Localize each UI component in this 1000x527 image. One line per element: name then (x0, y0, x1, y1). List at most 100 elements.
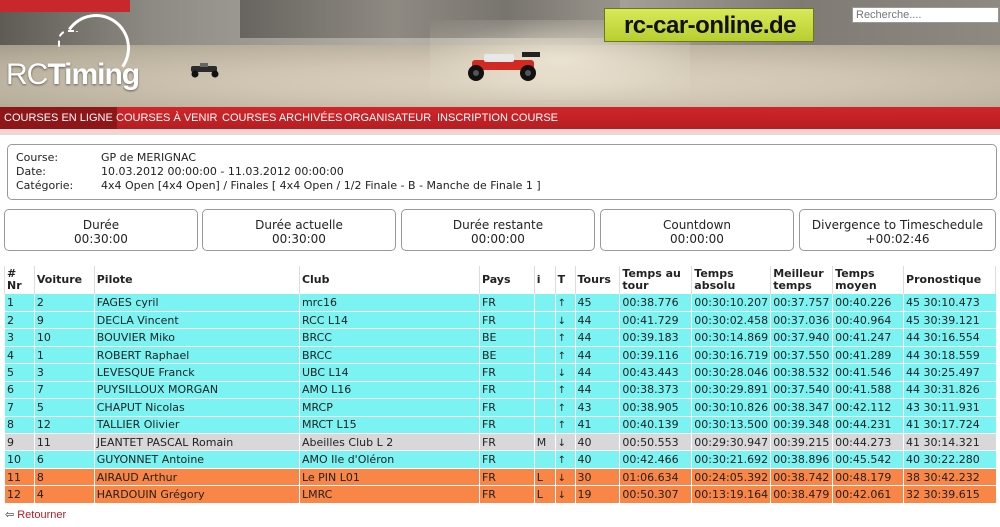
cell-driver: GUYONNET Antoine (93, 450, 300, 469)
cell-lap-time: 00:43.443 (619, 363, 692, 382)
cell-info (533, 398, 556, 417)
nav-courses-en-ligne[interactable]: COURSES EN LIGNE (0, 107, 117, 129)
table-row[interactable]: 5 3 LEVESQUE Franck UBC L14 FR ↓ 44 00:43.443 00… (4, 363, 996, 382)
table-row[interactable]: 4 1 ROBERT Raphael BRCC BE ↑ 44 00:39.116 00:30:… (4, 346, 996, 365)
logo-rc: RC (6, 58, 48, 91)
cell-laps: 44 (574, 363, 620, 382)
sponsor-banner[interactable]: rc-car-online.de (604, 8, 814, 42)
rctiming-logo[interactable]: RCTiming (6, 58, 140, 92)
cell-laps: 40 (574, 433, 620, 452)
cell-avg-time: 00:42.112 (832, 398, 904, 417)
cell-trend: ↑ (554, 294, 576, 312)
table-row[interactable]: 10 6 GUYONNET Antoine AMO Ile d'Oléron FR ↑ 40… (4, 450, 996, 469)
stat-label: Durée actuelle (255, 218, 343, 232)
col-header-temps-absolu[interactable]: Temps absolu (691, 266, 772, 294)
main-nav: COURSES EN LIGNE COURSES À VENIR COURSES… (0, 107, 1000, 129)
cell-trend: ↓ (554, 468, 576, 487)
table-row[interactable]: 11 8 AIRAUD Arthur Le PIN L01 FR L ↓ 30 01:06.63… (4, 468, 996, 487)
cell-best-time: 00:38.479 (770, 485, 833, 504)
cell-trend: ↑ (554, 381, 576, 400)
col-header-pilote[interactable]: Pilote (93, 266, 300, 294)
cell-club: MRCP (298, 398, 480, 417)
cell-car-number: 2 (33, 294, 95, 312)
cell-prognosis: 41 30:14.321 (903, 433, 996, 452)
cell-club: AMO Ile d'Oléron (298, 450, 480, 469)
cell-car-number: 8 (33, 468, 95, 487)
cell-position: 3 (4, 328, 35, 347)
cell-position: 2 (4, 311, 35, 330)
col-header-pays[interactable]: Pays (478, 266, 535, 294)
col-header-tours[interactable]: Tours (574, 266, 621, 294)
col-header-prono[interactable]: Pronostique (903, 266, 996, 294)
cell-laps: 40 (574, 450, 620, 469)
cell-laps: 44 (574, 346, 620, 365)
nav-inscription-course[interactable]: INSCRIPTION COURSE (433, 107, 562, 129)
stat-label: Countdown (662, 218, 731, 232)
cell-position: 9 (4, 433, 35, 452)
cell-avg-time: 00:48.179 (832, 468, 904, 487)
stat-label: Durée (82, 218, 120, 232)
cell-country: FR (478, 294, 535, 312)
cell-lap-time: 00:39.183 (619, 328, 692, 347)
cell-total-time: 00:30:16.719 (691, 346, 771, 365)
cell-country: FR (478, 311, 535, 330)
nav-organisateur[interactable]: ORGANISATEUR (340, 107, 435, 129)
table-row[interactable]: 3 10 BOUVIER Miko BRCC BE ↑ 44 00:39.183 00:30:1… (4, 328, 996, 347)
table-row[interactable]: 1 2 FAGES cyril mrc16 FR ↑ 45 00:38.776 00:30:10… (4, 294, 996, 312)
cell-lap-time: 00:38.905 (619, 398, 692, 417)
col-header-t[interactable]: T (554, 266, 576, 294)
table-header-row: # Nr Voiture Pilote Club Pays i T Tours … (4, 266, 996, 294)
col-header-i[interactable]: i (533, 266, 556, 294)
cell-car-number: 12 (33, 416, 95, 435)
cell-trend: ↑ (554, 450, 576, 469)
table-row[interactable]: 7 5 CHAPUT Nicolas MRCP FR ↑ 43 00:38.905 00:30:… (4, 398, 996, 417)
cell-club: BRCC (298, 346, 480, 365)
cell-country: FR (478, 433, 535, 452)
col-header-pos[interactable]: # Nr (4, 266, 35, 294)
table-row[interactable]: 12 4 HARDOUIN Grégory LMRC FR L ↓ 19 00:50.307 00… (4, 485, 996, 504)
cell-prognosis: 40 30:22.280 (903, 450, 996, 469)
col-header-temps-tour[interactable]: Temps au tour (619, 266, 693, 294)
table-row[interactable]: 2 9 DECLA Vincent RCC L14 FR ↓ 44 00:41.729 00:3… (4, 311, 996, 330)
cell-driver: JEANTET PASCAL Romain (93, 433, 300, 452)
cell-country: FR (478, 381, 535, 400)
cell-driver: PUYSILLOUX MORGAN (93, 381, 300, 400)
cell-avg-time: 00:41.289 (832, 346, 904, 365)
cell-best-time: 00:37.757 (770, 294, 833, 312)
cell-club: MRCT L15 (298, 416, 480, 435)
logo-timing: Timing (47, 58, 140, 91)
cell-trend: ↑ (554, 346, 576, 365)
col-header-meilleur[interactable]: Meilleur temps (770, 266, 834, 294)
category-value: 4x4 Open [4x4 Open] / Finales [ 4x4 Open… (101, 179, 541, 192)
cell-country: FR (478, 468, 535, 487)
table-row[interactable]: 8 12 TALLIER Olivier MRCT L15 FR ↑ 41 00:40.139… (4, 416, 996, 435)
table-row[interactable]: 9 11 JEANTET PASCAL Romain Abeilles Club L … (4, 433, 996, 452)
category-label: Catégorie: (16, 179, 74, 192)
col-header-club[interactable]: Club (298, 266, 480, 294)
cell-laps: 44 (574, 311, 620, 330)
cell-info (533, 346, 556, 365)
back-label: Retourner (17, 509, 67, 521)
cell-club: AMO L16 (298, 381, 480, 400)
cell-avg-time: 00:41.588 (832, 381, 904, 400)
cell-trend: ↑ (554, 416, 576, 435)
cell-best-time: 00:37.550 (770, 346, 833, 365)
stat-label: Durée restante (452, 218, 544, 232)
table-row[interactable]: 6 7 PUYSILLOUX MORGAN AMO L16 FR ↑ 44 00:38.373… (4, 381, 996, 400)
cell-position: 1 (4, 294, 35, 312)
stat-label: Divergence to Timeschedule (811, 218, 984, 232)
cell-total-time: 00:30:10.207 (691, 294, 771, 312)
cell-laps: 43 (574, 398, 620, 417)
nav-courses-archivees[interactable]: COURSES ARCHIVÉES (218, 107, 346, 129)
cell-total-time: 00:30:14.869 (691, 328, 771, 347)
cell-country: FR (478, 416, 535, 435)
col-header-voiture[interactable]: Voiture (33, 266, 95, 294)
cell-trend: ↓ (554, 311, 576, 330)
col-header-moyen[interactable]: Temps moyen (832, 266, 905, 294)
cell-country: FR (478, 398, 535, 417)
search-input[interactable] (852, 7, 999, 23)
nav-courses-a-venir[interactable]: COURSES À VENIR (112, 107, 221, 129)
cell-car-number: 4 (33, 485, 95, 504)
cell-avg-time: 00:40.964 (832, 311, 904, 330)
back-link[interactable]: ⇦ Retourner (5, 508, 66, 521)
